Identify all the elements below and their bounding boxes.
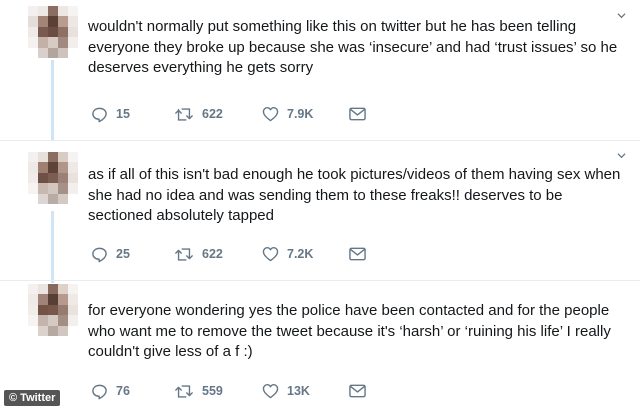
- direct-message-icon: [349, 247, 366, 261]
- heart-icon: [262, 106, 279, 122]
- tweet[interactable]: as if all of this isn't bad enough he to…: [0, 141, 640, 280]
- reply-icon: [92, 107, 107, 122]
- heart-icon: [262, 383, 279, 399]
- tweet[interactable]: wouldn't normally put something like thi…: [0, 0, 640, 140]
- direct-message-icon: [349, 107, 366, 121]
- tweet-thread: wouldn't normally put something like thi…: [0, 0, 640, 409]
- heart-icon: [262, 246, 279, 262]
- tweet-text: for everyone wondering yes the police ha…: [88, 302, 611, 360]
- direct-message-icon: [349, 384, 366, 398]
- avatar[interactable]: [28, 6, 78, 58]
- reply-button[interactable]: 15: [91, 106, 174, 123]
- tweet-actions: 76 559 13K: [91, 382, 366, 400]
- tweet[interactable]: for everyone wondering yes the police ha…: [0, 281, 640, 409]
- like-count: 7.9K: [287, 107, 314, 121]
- tweet-actions: 15 622 7.9K: [91, 105, 366, 123]
- tweet-actions: 25 622 7.2K: [91, 245, 366, 263]
- tweet-text: wouldn't normally put something like thi…: [88, 18, 618, 76]
- direct-message-button[interactable]: [349, 107, 366, 121]
- avatar[interactable]: [28, 284, 78, 336]
- reply-icon: [92, 247, 107, 262]
- avatar[interactable]: [28, 152, 78, 204]
- reply-count: 15: [116, 107, 130, 121]
- retweet-button[interactable]: 622: [174, 106, 262, 123]
- retweet-count: 622: [202, 107, 223, 121]
- reply-count: 25: [116, 247, 130, 261]
- tweet-text: as if all of this isn't bad enough he to…: [88, 166, 621, 224]
- like-button[interactable]: 7.2K: [262, 246, 349, 262]
- reply-icon: [92, 384, 107, 399]
- retweet-icon: [175, 107, 193, 121]
- like-count: 7.2K: [287, 247, 314, 261]
- retweet-count: 559: [202, 384, 223, 398]
- retweet-count: 622: [202, 247, 223, 261]
- retweet-button[interactable]: 622: [174, 246, 262, 263]
- direct-message-button[interactable]: [349, 247, 366, 261]
- reply-count: 76: [116, 384, 130, 398]
- chevron-down-icon[interactable]: [617, 151, 626, 160]
- like-button[interactable]: 13K: [262, 383, 349, 399]
- like-count: 13K: [287, 384, 310, 398]
- reply-button[interactable]: 25: [91, 246, 174, 263]
- reply-button[interactable]: 76: [91, 383, 174, 400]
- like-button[interactable]: 7.9K: [262, 106, 349, 122]
- source-watermark: © Twitter: [4, 390, 61, 406]
- retweet-icon: [175, 384, 193, 398]
- direct-message-button[interactable]: [349, 384, 366, 398]
- retweet-button[interactable]: 559: [174, 383, 262, 400]
- retweet-icon: [175, 247, 193, 261]
